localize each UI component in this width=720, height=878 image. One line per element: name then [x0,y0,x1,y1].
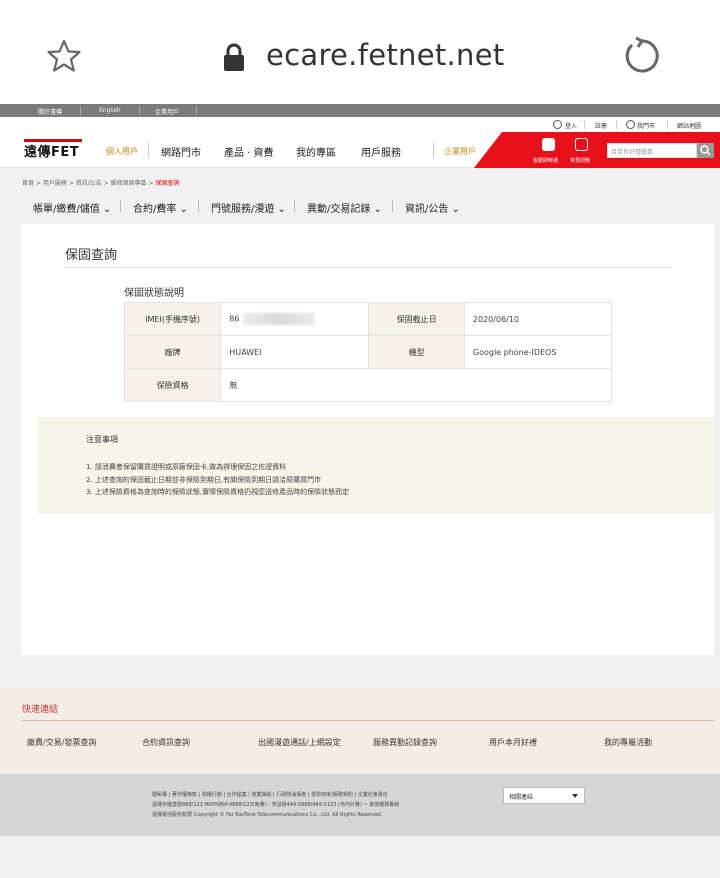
redacted-blur [243,313,316,325]
warranty-table: IMEI(手機序號) 86 保固截止日 2020/06/10 廠牌 HUAWEI… [123,302,613,402]
top-link-enterprise[interactable]: 企業用戶 [155,107,179,116]
sitemap-link[interactable]: 網站地圖 [677,121,701,130]
footer-links[interactable]: 隱私權 | 著作權條款 | 視播行銷 | 合作提案 | 營業據點 | 行政院消保… [152,791,388,798]
address-bar-url[interactable]: ecare.fetnet.net [266,38,505,72]
nav-my-area[interactable]: 我的專區 [296,144,336,159]
breadcrumb: 首頁 > 用戶服務 > 資訊/公告 > 維修保固專區 > 保固查詢 [22,180,180,187]
search-icon[interactable] [697,143,714,158]
chat-label[interactable]: 客服即時通 [533,157,558,164]
utility-bar: 登入 註冊 我門市 網站地圖 [0,117,720,132]
sub-nav: 帳單/繳費/儲值 ⌄ 合約/費率 ⌄ 門號服務/漫遊 ⌄ 異動/交易記錄 ⌄ 資… [0,196,720,216]
faq-label[interactable]: 常見問題 [570,157,590,164]
section-title: 保固狀態說明 [124,288,184,299]
store-search-icon [626,120,635,129]
page-title: 保固查詢 [65,248,118,263]
subnav-number-service[interactable]: 門號服務/漫遊 ⌄ [211,200,286,215]
model-value: Google phone-IDEOS [463,335,613,369]
nav-personal[interactable]: 個人用戶 [106,146,138,157]
footer: 隱私權 | 著作權條款 | 視播行銷 | 合作提案 | 營業據點 | 行政院消保… [0,774,720,836]
quick-links: 快速連結 繳費/交易/發票查詢 合約資訊查詢 出國漫遊通話/上網設定 服務異動記… [0,688,720,774]
insurance-label: 保險資格 [123,368,222,402]
notes-panel: 注意事項 1. 請消費者保留購買證明或原廠保固卡,做為辦理保固之佐證資料 2. … [38,417,714,514]
fet-logo[interactable]: 遠傳FET [24,141,79,160]
breadcrumb-service[interactable]: 用戶服務 [43,180,67,187]
top-strip: 關於遠傳 English 企業用戶 [0,104,720,117]
subnav-info[interactable]: 資訊/公告 ⌄ [405,200,460,215]
top-link-about[interactable]: 關於遠傳 [38,107,62,116]
imei-value: 86 [220,302,370,336]
breadcrumb-info[interactable]: 資訊/公告 [76,180,102,187]
lock-icon [224,43,244,71]
related-links-select[interactable]: 相關連結 [503,787,585,804]
model-label: 機型 [368,335,465,369]
imei-label: IMEI(手機序號) [123,302,222,336]
site-search-input[interactable]: 月月有好禮優惠 [607,143,697,158]
quick-link-gifts[interactable]: 用戶本月好禮 [489,737,537,748]
breadcrumb-home[interactable]: 首頁 [22,180,34,187]
top-link-english[interactable]: English [99,107,121,114]
title-divider [65,267,671,268]
quick-link-activities[interactable]: 我的專屬活動 [604,737,652,748]
nav-enterprise[interactable]: 企業用戶 [444,146,476,157]
warranty-end-label: 保固截止日 [368,302,465,336]
store-link[interactable]: 我門市 [637,121,655,130]
bookmark-star-icon[interactable] [46,38,82,74]
note-item: 1. 請消費者保留購買證明或原廠保固卡,做為辦理保固之佐證資料 [86,463,287,471]
browser-bar: ecare.fetnet.net [0,0,720,104]
quick-link-roaming[interactable]: 出國漫遊通話/上網設定 [258,737,341,748]
subnav-records[interactable]: 異動/交易記錄 ⌄ [307,200,382,215]
note-item: 3. 上述保險資格為查詢時的保險狀態,實際保險資格仍視您送修產品時的保險狀態而定 [86,488,350,496]
quick-links-title: 快速連結 [22,705,59,715]
warranty-end-value: 2020/06/10 [463,302,613,336]
register-link[interactable]: 註冊 [595,121,607,130]
table-row: 廠牌 HUAWEI 機型 Google phone-IDEOS [123,335,613,369]
subnav-contract[interactable]: 合約/費率 ⌄ [133,200,188,215]
table-row: IMEI(手機序號) 86 保固截止日 2020/06/10 [123,302,613,336]
table-row: 保險資格 無 [123,368,612,402]
breadcrumb-repair[interactable]: 維修保固專區 [111,180,147,187]
user-icon [553,120,562,129]
quick-link-contract[interactable]: 合約資訊查詢 [142,737,190,748]
breadcrumb-current: 保固查詢 [155,180,180,187]
footer-copyright: 遠傳電信股份有限 Copyright © Far EasTone Telecom… [152,812,383,818]
main-nav: 遠傳FET 個人用戶 網路門市 產品 · 資費 我的專區 用戶服務 企業用戶 客… [0,132,720,168]
note-item: 2. 上述查詢的保固截止日期並非保險到期日,有關保險到期日請洽原購買門市 [86,476,322,484]
faq-icon[interactable] [575,138,588,151]
reload-icon[interactable] [620,36,660,76]
chevron-down-icon [572,794,578,798]
chat-icon[interactable] [542,138,555,151]
login-link[interactable]: 登入 [565,121,577,130]
brand-label: 廠牌 [123,335,222,369]
brand-value: HUAWEI [220,335,370,369]
quick-links-divider [22,720,714,721]
insurance-value: 無 [220,368,612,402]
notes-title: 注意事項 [86,435,118,444]
quick-link-billing[interactable]: 繳費/交易/發票查詢 [27,737,96,748]
quick-link-records[interactable]: 服務異動記錄查詢 [373,737,437,748]
nav-products[interactable]: 產品 · 資費 [224,144,274,159]
footer-hotline: 遠傳手機直撥888/123 MVPN用戶9888/123(免費) ; 市話撥44… [152,802,400,808]
nav-online-store[interactable]: 網路門市 [161,144,201,159]
nav-customer-service[interactable]: 用戶服務 [361,144,401,159]
subnav-billing[interactable]: 帳單/繳費/儲值 ⌄ [33,200,111,215]
